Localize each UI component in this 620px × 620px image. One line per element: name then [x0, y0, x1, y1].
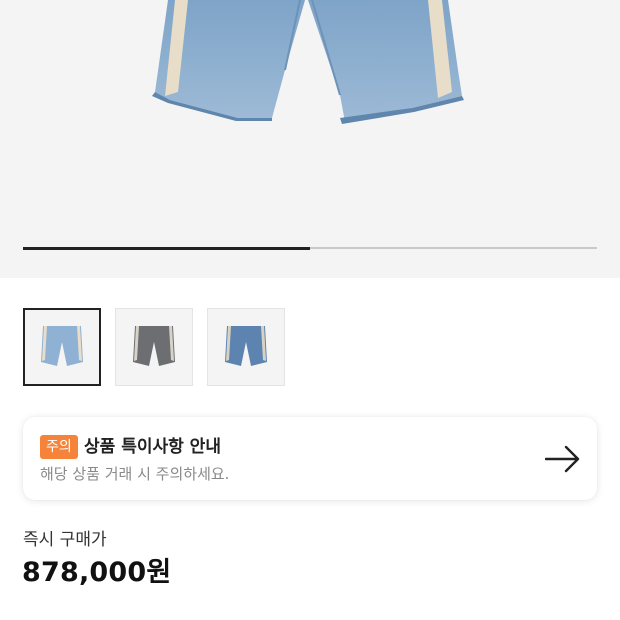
thumbnail-2[interactable]	[115, 308, 193, 386]
instant-buy-price: 878,000원	[22, 557, 172, 588]
denim-shorts-gray-icon	[133, 326, 175, 366]
gallery-progress-fill	[23, 246, 310, 250]
denim-shorts-light-icon	[41, 326, 83, 366]
instant-buy-label: 즉시 구매가	[23, 530, 107, 550]
caution-badge: 주의	[40, 435, 78, 459]
thumbnail-1[interactable]	[23, 308, 101, 386]
denim-shorts-blue-icon	[225, 326, 267, 366]
gallery-progress-bar	[23, 246, 597, 250]
product-notice-card[interactable]: 주의 상품 특이사항 안내 해당 상품 거래 시 주의하세요.	[23, 417, 597, 500]
product-image-gallery[interactable]	[0, 0, 620, 278]
notice-description: 해당 상품 거래 시 주의하세요.	[40, 465, 230, 483]
notice-title: 상품 특이사항 안내	[84, 437, 221, 457]
arrow-right-icon[interactable]	[545, 445, 581, 473]
denim-shorts-icon	[152, 0, 464, 124]
thumbnail-3[interactable]	[207, 308, 285, 386]
